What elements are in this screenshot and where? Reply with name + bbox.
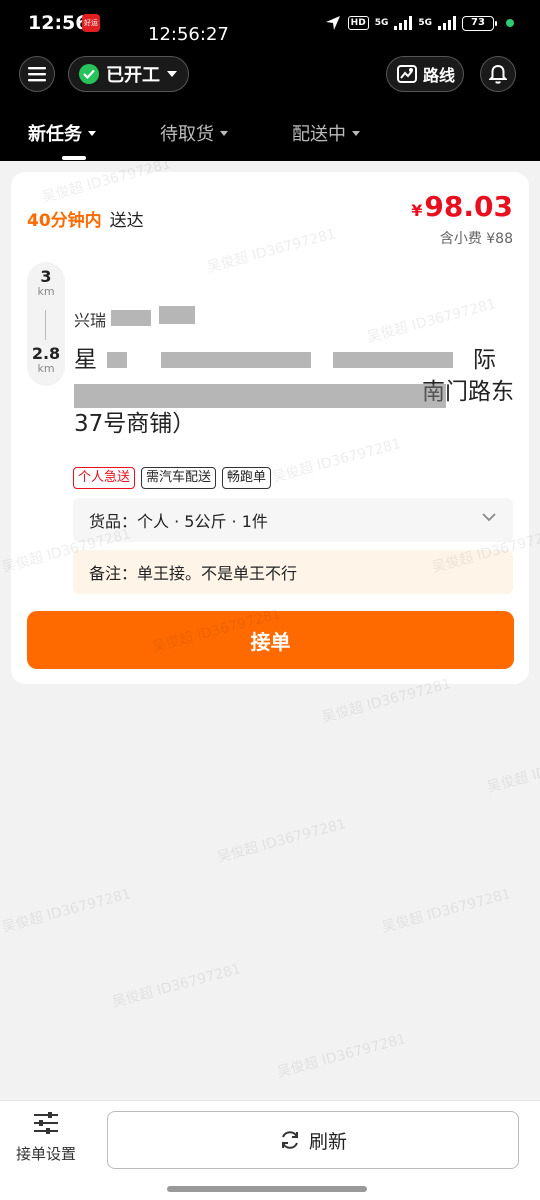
tag-express: 畅跑单 bbox=[222, 467, 272, 489]
distance-connector bbox=[45, 310, 46, 340]
app-notification-icon: 好运 bbox=[82, 14, 100, 32]
watermark: 吴俊超 ID36797281 bbox=[275, 1031, 408, 1081]
status-time: 12:56 bbox=[28, 12, 89, 34]
status-bar: 12:56 好运 12:56:27 HD 5G 5G 73 bbox=[0, 0, 540, 48]
check-icon bbox=[79, 64, 99, 84]
price-symbol: ¥ bbox=[411, 201, 423, 220]
signal-bars-icon bbox=[438, 16, 456, 30]
redaction-mask bbox=[161, 352, 311, 368]
chevron-down-icon bbox=[88, 130, 96, 136]
route-label: 路线 bbox=[423, 66, 456, 85]
refresh-button[interactable]: 刷新 bbox=[107, 1111, 519, 1169]
redaction-mask bbox=[107, 352, 127, 368]
signal-5g-label: 5G bbox=[374, 18, 389, 28]
redaction-mask bbox=[333, 352, 453, 368]
pickup-distance-unit: km bbox=[37, 285, 55, 298]
pickup-location: 兴瑞 bbox=[74, 311, 107, 330]
order-settings-button[interactable]: 接单设置 bbox=[10, 1111, 82, 1171]
tab-new-tasks[interactable]: 新任务 bbox=[28, 120, 96, 146]
order-tags: 个人急送 需汽车配送 畅跑单 bbox=[73, 467, 272, 489]
eta-label: 送达 bbox=[109, 211, 144, 231]
refresh-label: 刷新 bbox=[308, 1130, 347, 1153]
chevron-down-icon bbox=[220, 130, 228, 136]
goods-info-row[interactable]: 货品：个人 · 5公斤 · 1件 bbox=[73, 498, 513, 542]
address-line-3: 37号商铺） bbox=[74, 411, 196, 437]
order-remark: 备注：单王接。不是单王不行 bbox=[73, 550, 513, 594]
redaction-mask bbox=[159, 306, 195, 324]
order-price: ¥ 98.03 bbox=[411, 190, 513, 223]
hd-voice-icon: HD bbox=[347, 16, 369, 30]
menu-button[interactable] bbox=[19, 56, 55, 92]
notification-button[interactable] bbox=[480, 56, 516, 92]
battery-icon: 73 bbox=[462, 15, 497, 31]
goods-info: 货品：个人 · 5公斤 · 1件 bbox=[89, 512, 268, 531]
delivery-distance-unit: km bbox=[37, 362, 55, 375]
route-button[interactable]: 路线 bbox=[386, 56, 464, 92]
redaction-mask bbox=[74, 384, 446, 408]
task-tabs: 新任务 待取货 配送中 bbox=[0, 112, 540, 160]
work-status-dropdown[interactable]: 已开工 bbox=[68, 56, 189, 92]
home-indicator[interactable] bbox=[167, 1186, 367, 1192]
watermark: 吴俊超 ID36797281 bbox=[0, 886, 133, 936]
active-tab-indicator bbox=[62, 156, 86, 160]
price-value: 98.03 bbox=[424, 190, 513, 223]
refresh-icon bbox=[281, 1131, 298, 1149]
sliders-icon bbox=[34, 1112, 58, 1134]
delivery-eta: 40分钟内 送达 bbox=[27, 206, 144, 231]
address-line-1: 星 bbox=[74, 347, 97, 373]
tip-amount: 含小费 ¥88 bbox=[439, 231, 513, 247]
overlay-clock: 12:56:27 bbox=[148, 24, 229, 45]
watermark: 吴俊超 ID36797281 bbox=[485, 746, 540, 796]
watermark: 吴俊超 ID36797281 bbox=[380, 886, 513, 936]
header: 12:56 好运 12:56:27 HD 5G 5G 73 已开工 路线 新任务… bbox=[0, 0, 540, 161]
address-line-1-end: 际 bbox=[473, 347, 496, 373]
location-arrow-icon bbox=[325, 16, 340, 30]
bell-icon bbox=[489, 64, 507, 84]
order-settings-label: 接单设置 bbox=[15, 1145, 76, 1163]
work-status-label: 已开工 bbox=[106, 65, 160, 86]
bottom-bar: 接单设置 刷新 bbox=[0, 1100, 540, 1200]
status-icons: HD 5G 5G 73 bbox=[324, 12, 514, 34]
chevron-down-icon bbox=[482, 513, 496, 522]
eta-time: 40分钟内 bbox=[27, 211, 102, 231]
chevron-down-icon bbox=[167, 71, 177, 77]
watermark: 吴俊超 ID36797281 bbox=[215, 816, 348, 866]
pickup-distance-value: 3 bbox=[40, 267, 52, 286]
status-dot-icon bbox=[506, 19, 514, 27]
watermark: 吴俊超 ID36797281 bbox=[110, 961, 243, 1011]
order-card[interactable]: 40分钟内 送达 ¥ 98.03 含小费 ¥88 3 km 2.8 km 兴瑞 星… bbox=[11, 172, 529, 684]
map-icon bbox=[397, 65, 417, 83]
redaction-mask bbox=[111, 310, 151, 326]
menu-icon bbox=[28, 67, 46, 82]
chevron-down-icon bbox=[352, 130, 360, 136]
signal-5g-label: 5G bbox=[418, 18, 432, 28]
distance-indicator: 3 km 2.8 km bbox=[27, 262, 65, 386]
delivery-distance-value: 2.8 bbox=[31, 344, 61, 363]
signal-bars-icon bbox=[394, 16, 413, 30]
toolbar: 已开工 路线 bbox=[0, 56, 540, 92]
accept-order-button[interactable]: 接单 bbox=[27, 611, 514, 669]
tab-pending-pickup[interactable]: 待取货 bbox=[160, 120, 228, 146]
tab-delivering[interactable]: 配送中 bbox=[292, 120, 360, 146]
tag-car-required: 需汽车配送 bbox=[141, 467, 217, 489]
tag-urgent: 个人急送 bbox=[73, 467, 136, 489]
